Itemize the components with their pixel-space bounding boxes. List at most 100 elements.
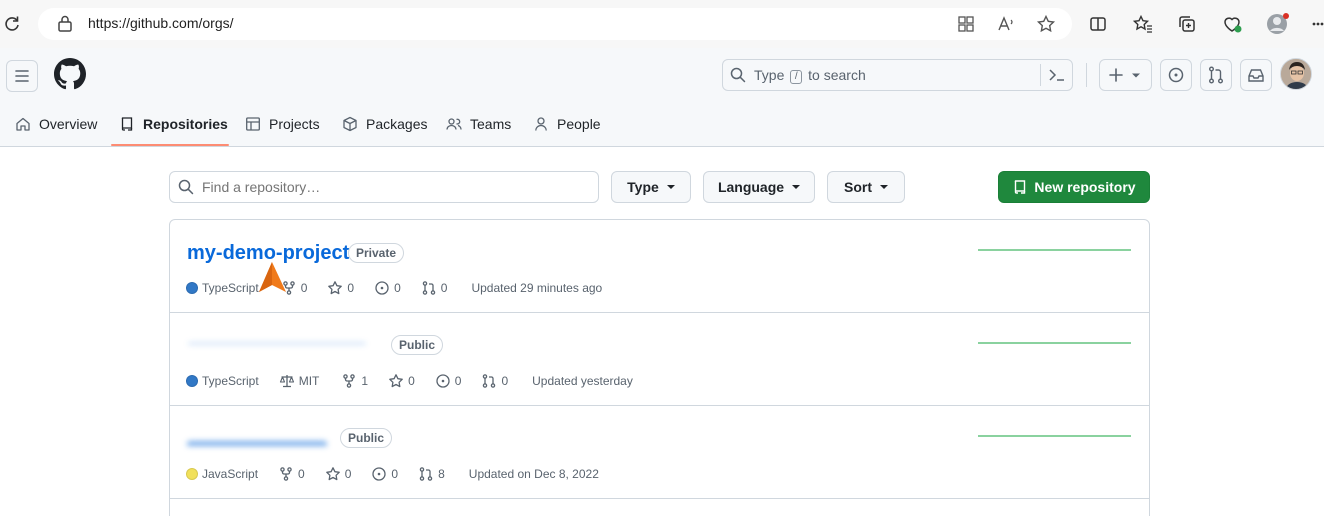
pull-request-icon [483,374,496,388]
find-search-icon [178,179,194,195]
caret-down-icon [666,185,675,189]
issue-icon [436,374,450,388]
inbox-icon [1248,69,1264,82]
pull-request-icon [1208,66,1224,84]
tab-packages-label: Packages [366,116,428,132]
apps-icon[interactable] [956,14,976,34]
pull-request-count[interactable]: 8 [438,467,445,481]
pull-request-icon [422,281,436,295]
tab-teams-label: Teams [470,116,512,132]
lock-icon[interactable] [56,14,74,34]
pull-request-count[interactable]: 0 [501,374,508,388]
visibility-badge: Private [348,243,405,263]
github-logo-icon[interactable] [54,58,86,90]
tab-people-label: People [557,116,601,132]
updated-text: Updated 29 minutes ago [471,281,603,295]
language-color-dot [186,375,198,387]
repo-meta-row: JavaScript 0 0 0 8 Updated on Dec 8, 202… [186,466,599,482]
fork-count[interactable]: 0 [298,467,305,481]
search-divider [1040,64,1041,86]
tab-teams[interactable]: Teams [446,113,511,135]
menu-button[interactable] [6,60,38,92]
issues-button[interactable] [1160,59,1192,91]
issue-count[interactable]: 0 [455,374,462,388]
pull-request-count[interactable]: 0 [441,281,448,295]
find-repository-input[interactable] [169,171,599,203]
search-icon [730,67,746,83]
url-text[interactable]: https://github.com/orgs/ [88,15,234,31]
repo-name-link[interactable] [187,432,335,446]
star-count[interactable]: 0 [347,281,354,295]
license-text[interactable]: MIT [299,374,320,388]
pull-requests-button[interactable] [1200,59,1232,91]
visibility-badge: Public [391,335,444,355]
home-icon [16,117,30,131]
tab-packages[interactable]: Packages [342,113,427,135]
person-icon [535,117,547,131]
fork-count[interactable]: 1 [361,374,368,388]
activity-sparkline [978,249,1131,251]
command-palette-icon[interactable] [1048,67,1066,83]
caret-down-icon [792,185,801,189]
tab-projects[interactable]: Projects [245,113,320,135]
fork-count[interactable]: 0 [301,281,308,295]
fork-icon [280,467,292,481]
more-options-icon[interactable] [1312,14,1324,34]
tab-people[interactable]: People [533,113,601,135]
repo-name-link[interactable] [187,334,377,344]
language-filter-label: Language [717,179,785,195]
language-color-dot [186,282,198,294]
table-icon [246,117,260,131]
star-count[interactable]: 0 [408,374,415,388]
language-filter-button[interactable]: Language [703,171,815,203]
repo-icon [1015,180,1026,194]
type-filter-button[interactable]: Type [611,171,691,203]
favorites-icon[interactable] [1133,14,1153,34]
repo-divider [170,498,1149,499]
repo-meta-row: TypeScript MIT 1 0 0 0 Updated yesterday [186,373,633,389]
new-repository-label: New repository [1034,179,1136,195]
repo-divider [170,405,1149,406]
header-divider [1086,63,1087,87]
star-count[interactable]: 0 [345,467,352,481]
repo-icon [121,117,133,131]
active-tab-indicator [111,144,229,146]
read-aloud-icon[interactable] [996,14,1016,34]
tab-projects-label: Projects [269,116,320,132]
tab-overview-label: Overview [39,116,98,132]
star-icon [389,374,403,388]
browser-essentials-icon[interactable] [1221,14,1243,34]
package-icon [343,116,357,132]
user-avatar[interactable] [1280,58,1312,90]
collections-icon[interactable] [1177,14,1197,34]
repo-language: TypeScript [202,374,259,388]
tab-repositories[interactable]: Repositories [119,113,228,135]
activity-sparkline [978,435,1131,437]
law-icon [279,375,294,388]
updated-text: Updated on Dec 8, 2022 [468,467,599,481]
create-new-button[interactable] [1099,59,1152,91]
split-screen-icon[interactable] [1088,14,1108,34]
search-placeholder: Type / to search [754,67,866,84]
mouse-cursor-icon [258,262,288,294]
inbox-button[interactable] [1240,59,1272,91]
sort-filter-label: Sort [844,179,872,195]
issue-icon [375,281,389,295]
star-icon [325,467,340,481]
plus-icon [1109,68,1123,82]
repo-meta-row: TypeScript 0 0 0 0 Updated 29 minutes ag… [186,280,602,296]
profile-icon[interactable] [1266,12,1290,36]
refresh-icon[interactable] [2,14,22,34]
pull-request-icon [419,467,433,481]
caret-down-icon [880,185,888,189]
issue-count[interactable]: 0 [391,467,398,481]
repo-divider [170,312,1149,313]
new-repository-button[interactable]: New repository [998,171,1150,203]
favorite-star-icon[interactable] [1036,14,1056,34]
activity-sparkline [978,342,1131,344]
issue-count[interactable]: 0 [394,281,401,295]
repo-language: TypeScript [202,281,259,295]
people-icon [446,118,462,130]
sort-filter-button[interactable]: Sort [827,171,905,203]
tab-overview[interactable]: Overview [15,113,97,135]
